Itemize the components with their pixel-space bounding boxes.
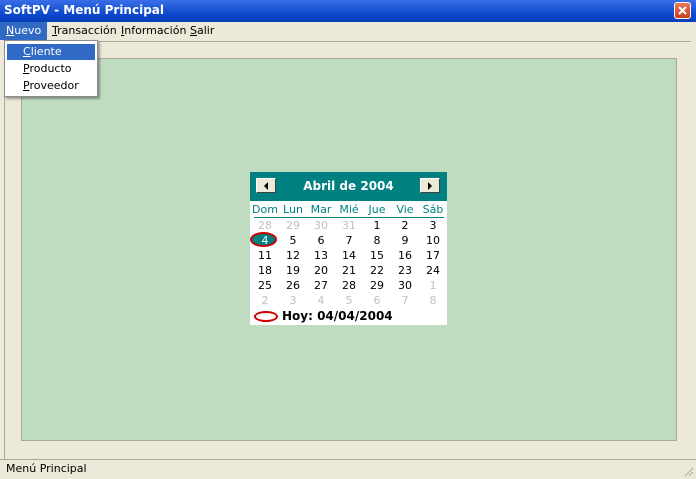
nuevo-dropdown-menu: Cliente Producto Proveedor: [4, 40, 98, 97]
weekday-header: Vie: [396, 203, 414, 216]
menu-bar: Nuevo Transacción Información Salir: [0, 22, 696, 40]
calendar-day[interactable]: 30: [391, 279, 419, 292]
calendar-day[interactable]: 26: [279, 279, 307, 292]
weekday-header: Jue: [368, 203, 386, 216]
calendar-day[interactable]: 20: [307, 264, 335, 277]
calendar-day[interactable]: 24: [419, 264, 447, 277]
calendar-day[interactable]: 25: [251, 279, 279, 292]
next-month-button[interactable]: [420, 178, 440, 193]
title-bar: SoftPV - Menú Principal: [0, 0, 696, 22]
calendar-day[interactable]: 23: [391, 264, 419, 277]
calendar-day[interactable]: 27: [307, 279, 335, 292]
calendar-day[interactable]: 30: [307, 219, 335, 232]
calendar-day[interactable]: 13: [307, 249, 335, 262]
status-text: Menú Principal: [6, 462, 87, 475]
calendar-day[interactable]: 8: [363, 234, 391, 247]
status-bar: Menú Principal: [0, 459, 696, 479]
weekday-header: Lun: [283, 203, 303, 216]
close-button[interactable]: [674, 2, 691, 19]
calendar-day[interactable]: 16: [391, 249, 419, 262]
today-circle-icon: [254, 311, 278, 322]
menu-label-rest: roveedor: [29, 79, 79, 92]
calendar-day[interactable]: 11: [251, 249, 279, 262]
calendar-day[interactable]: 31: [335, 219, 363, 232]
resize-grip-icon[interactable]: [682, 465, 694, 477]
menu-label-rest: liente: [30, 45, 62, 58]
calendar-day[interactable]: 1: [363, 219, 391, 232]
month-calendar[interactable]: Abril de 2004 Dom Lun Mar Mié Jue Vie Sáb 28 29…: [250, 172, 447, 325]
calendar-day[interactable]: 19: [279, 264, 307, 277]
menu-nuevo[interactable]: Nuevo: [0, 22, 48, 40]
calendar-day[interactable]: 5: [279, 234, 307, 247]
left-arrow-icon: [264, 182, 268, 190]
menu-mnemonic: N: [6, 24, 15, 37]
calendar-day[interactable]: 5: [335, 294, 363, 307]
menu-item-producto[interactable]: Producto: [7, 61, 95, 77]
calendar-day[interactable]: 6: [307, 234, 335, 247]
menu-label-rest: nformación: [124, 24, 187, 37]
menu-item-cliente[interactable]: Cliente: [7, 44, 95, 60]
menu-label-rest: uevo: [14, 24, 42, 37]
menu-mnemonic: S: [190, 24, 197, 37]
weekday-header: Sáb: [422, 203, 444, 216]
menu-label-rest: ransacción: [57, 24, 117, 37]
menu-salir[interactable]: Salir: [184, 22, 220, 40]
calendar-day[interactable]: 7: [335, 234, 363, 247]
menu-transaccion[interactable]: Transacción: [46, 22, 123, 40]
weekday-header: Mié: [339, 203, 359, 216]
menu-informacion[interactable]: Información: [115, 22, 192, 40]
calendar-day[interactable]: 22: [363, 264, 391, 277]
today-label[interactable]: Hoy: 04/04/2004: [282, 309, 393, 323]
calendar-day[interactable]: 21: [335, 264, 363, 277]
calendar-day[interactable]: 8: [419, 294, 447, 307]
calendar-day[interactable]: 7: [391, 294, 419, 307]
calendar-day[interactable]: 15: [363, 249, 391, 262]
calendar-day[interactable]: 9: [391, 234, 419, 247]
menu-mnemonic: C: [23, 45, 31, 58]
calendar-day[interactable]: 6: [363, 294, 391, 307]
window-title: SoftPV - Menú Principal: [4, 3, 165, 17]
prev-month-button[interactable]: [256, 178, 276, 193]
calendar-day[interactable]: 10: [419, 234, 447, 247]
right-arrow-icon: [428, 182, 432, 190]
close-icon: [678, 6, 687, 15]
calendar-day[interactable]: 29: [363, 279, 391, 292]
calendar-day[interactable]: 28: [335, 279, 363, 292]
calendar-month-title: Abril de 2004: [303, 179, 394, 193]
calendar-day[interactable]: 3: [279, 294, 307, 307]
weekday-header: Dom: [252, 203, 278, 216]
calendar-day[interactable]: 4: [251, 234, 279, 247]
menu-label-rest: alir: [196, 24, 215, 37]
menu-item-proveedor[interactable]: Proveedor: [7, 78, 95, 94]
calendar-day[interactable]: 3: [419, 219, 447, 232]
calendar-day[interactable]: 2: [251, 294, 279, 307]
calendar-day[interactable]: 12: [279, 249, 307, 262]
calendar-day[interactable]: 4: [307, 294, 335, 307]
calendar-day[interactable]: 14: [335, 249, 363, 262]
calendar-header: Abril de 2004: [250, 172, 447, 201]
weekday-header: Mar: [310, 203, 332, 216]
calendar-day[interactable]: 17: [419, 249, 447, 262]
weekday-separator: [254, 217, 444, 218]
calendar-day[interactable]: 28: [251, 219, 279, 232]
calendar-day[interactable]: 18: [251, 264, 279, 277]
calendar-day[interactable]: 2: [391, 219, 419, 232]
menu-label-rest: roducto: [29, 62, 72, 75]
calendar-day[interactable]: 1: [419, 279, 447, 292]
calendar-day[interactable]: 29: [279, 219, 307, 232]
